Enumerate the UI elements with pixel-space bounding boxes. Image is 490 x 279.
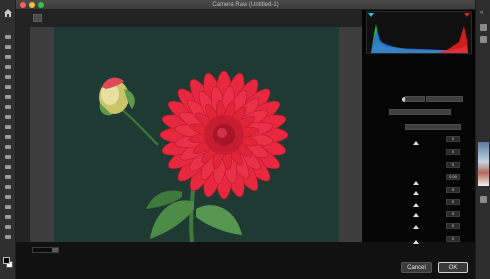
slider-knob[interactable]	[413, 213, 419, 217]
slider-knob[interactable]	[413, 203, 419, 207]
eraser-icon[interactable]	[3, 134, 13, 140]
layers-panel-icon[interactable]	[480, 196, 487, 203]
value-field[interactable]: 0	[446, 149, 460, 155]
slider-knob[interactable]	[413, 225, 419, 229]
collapse-panels-icon[interactable]: «	[480, 10, 487, 16]
value-field[interactable]: 0	[446, 162, 460, 168]
profile-browse-field[interactable]	[426, 96, 463, 102]
tool-panel	[0, 0, 16, 279]
chevron-down-icon	[52, 248, 58, 252]
dahlia-image	[54, 27, 339, 242]
gradient-icon[interactable]	[3, 144, 13, 150]
bottom-bar	[16, 242, 475, 279]
zoom-level-select[interactable]	[32, 247, 59, 253]
slider-knob[interactable]	[413, 141, 419, 145]
image-thumbnail	[478, 142, 489, 186]
treatment-select[interactable]	[405, 124, 461, 130]
marquee-icon[interactable]	[3, 44, 13, 50]
rectangle-icon[interactable]	[3, 204, 13, 210]
histogram	[366, 11, 472, 54]
more-icon[interactable]	[3, 234, 13, 240]
swatches-panel-icon[interactable]	[480, 36, 487, 43]
lasso-icon[interactable]	[3, 54, 13, 60]
dodge-icon[interactable]	[3, 164, 13, 170]
value-field[interactable]: 0	[446, 187, 460, 193]
value-field[interactable]: 0	[446, 236, 460, 242]
profile-field[interactable]	[405, 96, 425, 102]
foreground-color-swatch[interactable]	[3, 257, 10, 264]
color-panel-icon[interactable]	[480, 24, 487, 31]
crop-icon[interactable]	[3, 74, 13, 80]
ok-button[interactable]: OK	[438, 262, 468, 273]
white-balance-select[interactable]	[389, 109, 451, 115]
camera-raw-tool-button[interactable]	[33, 14, 42, 22]
value-field[interactable]: 0	[446, 211, 460, 217]
title-bar: Camera Raw (Untitled-1)	[16, 0, 475, 10]
move-icon[interactable]	[3, 34, 13, 40]
cancel-button[interactable]: Cancel	[401, 262, 432, 273]
value-field[interactable]: 0	[446, 223, 460, 229]
home-icon[interactable]	[3, 8, 13, 18]
value-field[interactable]: 0	[446, 199, 460, 205]
type-icon[interactable]	[3, 184, 13, 190]
slider-knob[interactable]	[413, 191, 419, 195]
preview-image[interactable]	[54, 27, 339, 242]
eyedropper-icon[interactable]	[3, 84, 13, 90]
slider-knob[interactable]	[413, 181, 419, 185]
hand-icon[interactable]	[3, 214, 13, 220]
value-field[interactable]: 0	[446, 136, 460, 142]
history-brush-icon[interactable]	[3, 124, 13, 130]
value-field[interactable]: 0.00	[446, 174, 460, 180]
right-dock: «	[475, 0, 490, 279]
path-select-icon[interactable]	[3, 194, 13, 200]
window-title: Camera Raw (Untitled-1)	[212, 2, 279, 8]
pen-icon[interactable]	[3, 174, 13, 180]
blur-icon[interactable]	[3, 154, 13, 160]
clone-stamp-icon[interactable]	[3, 114, 13, 120]
zoom-icon[interactable]	[3, 224, 13, 230]
magic-wand-icon[interactable]	[3, 64, 13, 70]
brush-icon[interactable]	[3, 104, 13, 110]
healing-brush-icon[interactable]	[3, 94, 13, 100]
slider-knob[interactable]	[413, 240, 419, 244]
